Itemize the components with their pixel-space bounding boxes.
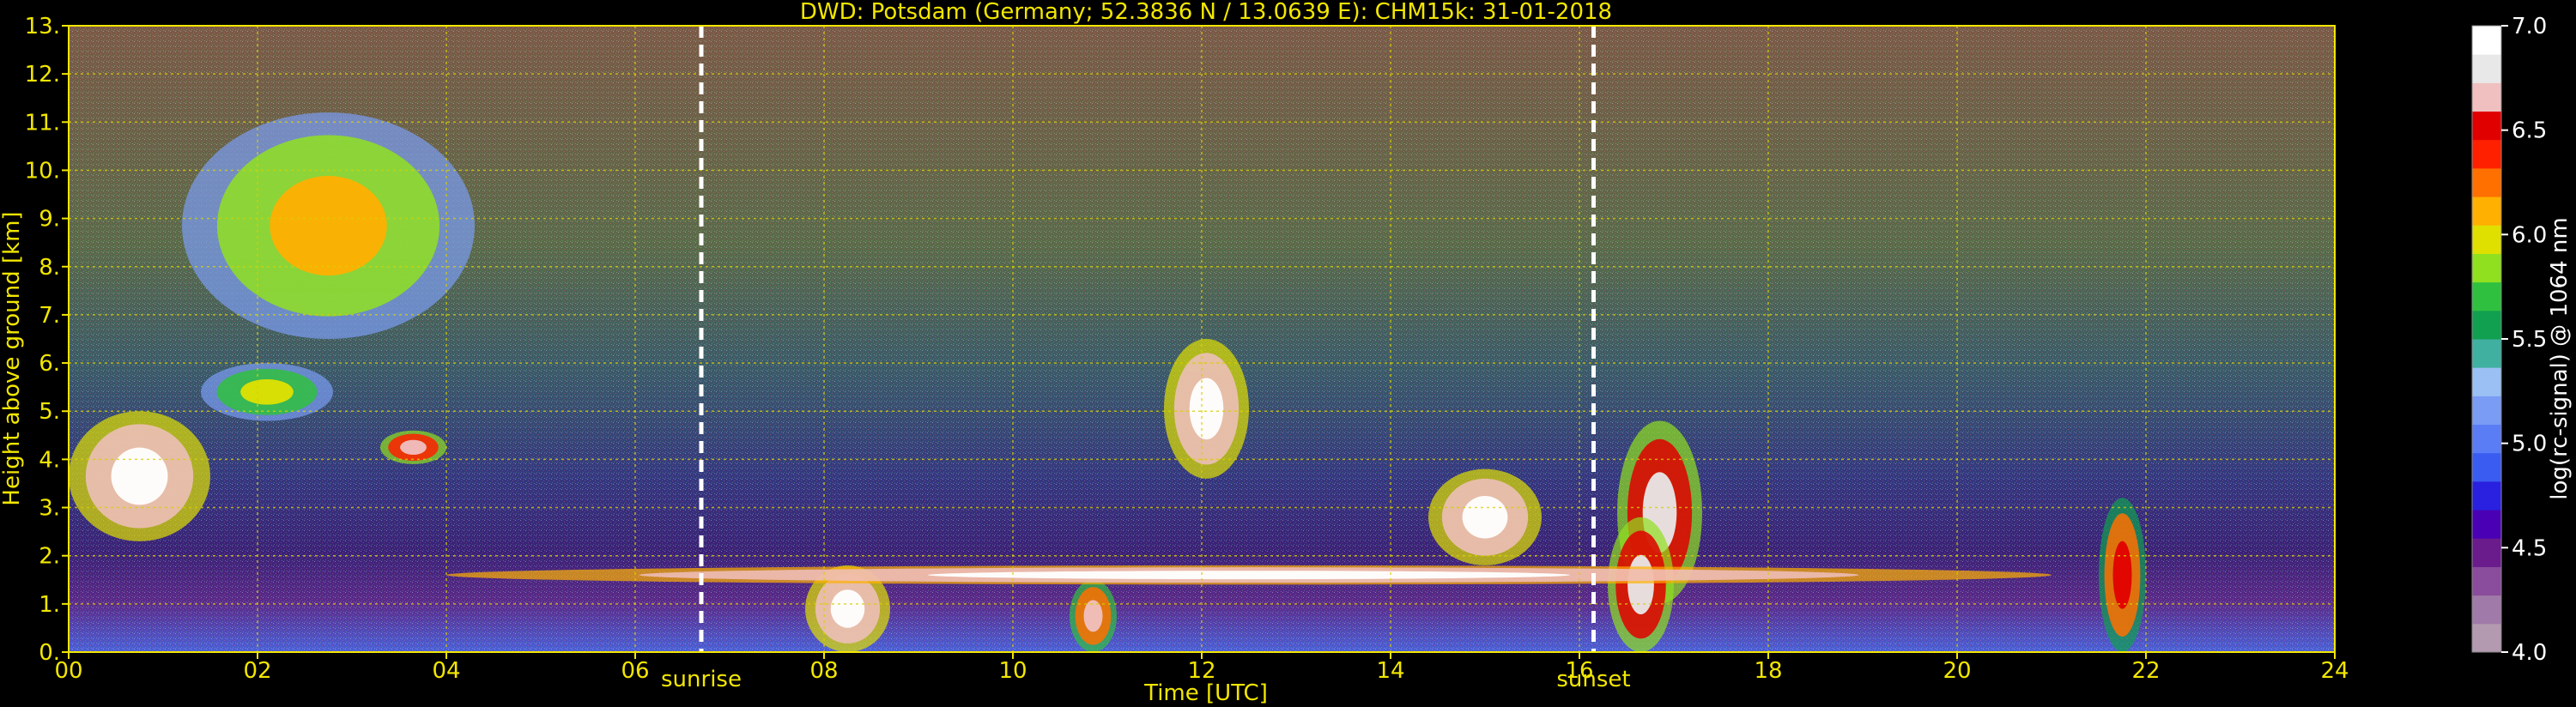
x-tick-label: 24 bbox=[2320, 658, 2349, 684]
colorbar-tick-label: 6.0 bbox=[2512, 222, 2547, 248]
feature-core bbox=[240, 378, 294, 405]
colorbar-segment bbox=[2472, 566, 2501, 596]
y-tick-label: 10. bbox=[25, 158, 60, 184]
feature-mid-cloud bbox=[69, 411, 210, 541]
colorbar-segment bbox=[2472, 424, 2501, 454]
colorbar-tick-label: 5.0 bbox=[2512, 432, 2547, 457]
feature-core bbox=[1627, 554, 1654, 614]
feature-core bbox=[830, 589, 865, 628]
colorbar-segment bbox=[2472, 26, 2501, 55]
feature-boundary-layer-top bbox=[446, 565, 2052, 585]
colorbar-tick-label: 7.0 bbox=[2512, 14, 2547, 39]
ceilometer-figure: sunrise sunset 00 02 04 06 08 10 12 14 16 18 20 22 24… bbox=[0, 0, 2576, 707]
x-tick-label: 20 bbox=[1943, 658, 1971, 684]
backscatter-chart: sunrise sunset 00 02 04 06 08 10 12 14 16 18 20 22 24… bbox=[0, 0, 2573, 706]
colorbar-segment bbox=[2472, 225, 2501, 254]
colorbar-segment bbox=[2472, 281, 2501, 311]
x-tick-label: 18 bbox=[1754, 658, 1782, 684]
colorbar-segment bbox=[2472, 167, 2501, 197]
feature-core bbox=[1083, 600, 1103, 632]
feature-core bbox=[400, 439, 427, 455]
colorbar-segment bbox=[2472, 396, 2501, 426]
y-tick-label: 1. bbox=[39, 592, 60, 618]
feature-core bbox=[2112, 541, 2132, 609]
feature-precip bbox=[1070, 579, 1117, 653]
colorbar-tick-label: 6.5 bbox=[2512, 118, 2547, 144]
colorbar-segment bbox=[2472, 82, 2501, 112]
y-tick-label: 8. bbox=[39, 255, 60, 281]
y-tick-label: 11. bbox=[25, 110, 60, 136]
y-tick-label: 3. bbox=[39, 496, 60, 522]
y-tick-label: 5. bbox=[39, 399, 60, 425]
colorbar-segment bbox=[2472, 510, 2501, 539]
feature-convective bbox=[1164, 339, 1249, 479]
feature-core bbox=[270, 175, 387, 276]
colorbar-segment bbox=[2472, 339, 2501, 368]
y-tick-label: 4. bbox=[39, 447, 60, 473]
colorbar-segment bbox=[2472, 196, 2501, 226]
feature-convective bbox=[1428, 468, 1542, 565]
y-tick-label: 7. bbox=[39, 303, 60, 329]
feature-core bbox=[928, 571, 1570, 580]
colorbar-tick-label: 4.5 bbox=[2512, 535, 2547, 561]
y-tick-label: 13. bbox=[25, 14, 60, 39]
x-tick-label: 22 bbox=[2131, 658, 2160, 684]
annotation-label-sunrise: sunrise bbox=[661, 667, 742, 692]
x-tick-label: 14 bbox=[1376, 658, 1404, 684]
y-axis-label: Height above ground [km] bbox=[0, 211, 25, 505]
colorbar-segment bbox=[2472, 111, 2501, 141]
colorbar: 4.0 4.5 5.0 5.5 6.0 6.5 7.0 bbox=[2471, 14, 2547, 666]
colorbar-segment bbox=[2472, 623, 2501, 653]
colorbar-segment bbox=[2472, 595, 2501, 625]
colorbar-tick-label: 5.5 bbox=[2512, 327, 2547, 353]
feature-core bbox=[1462, 496, 1508, 539]
x-tick-label: 02 bbox=[243, 658, 271, 684]
colorbar-segment bbox=[2472, 310, 2501, 340]
feature-precip bbox=[2099, 498, 2146, 653]
colorbar-segment bbox=[2472, 253, 2501, 283]
x-tick-label: 08 bbox=[809, 658, 838, 684]
x-axis-label: Time [UTC] bbox=[1143, 680, 1268, 706]
colorbar-label: log(rc-signal) @ 1064 nm bbox=[2547, 217, 2573, 499]
colorbar-segment bbox=[2472, 480, 2501, 511]
y-tick-label: 6. bbox=[39, 351, 60, 377]
y-tick-label: 2. bbox=[39, 544, 60, 570]
chart-title: DWD: Potsdam (Germany; 52.3836 N / 13.06… bbox=[800, 0, 1612, 25]
feature-core bbox=[1189, 378, 1224, 440]
y-tick-label: 9. bbox=[39, 207, 60, 233]
colorbar-tick-label: 4.0 bbox=[2512, 640, 2547, 666]
colorbar-segment bbox=[2472, 538, 2501, 567]
feature-core bbox=[111, 447, 168, 505]
y-tick-label: 0. bbox=[39, 640, 60, 666]
y-tick-label: 12. bbox=[25, 62, 60, 88]
x-tick-label: 16 bbox=[1565, 658, 1593, 684]
x-tick-label: 06 bbox=[621, 658, 649, 684]
colorbar-segment bbox=[2472, 452, 2501, 482]
feature-precip bbox=[1608, 517, 1674, 653]
colorbar-segment bbox=[2472, 54, 2501, 83]
feature-cirrus bbox=[182, 112, 475, 340]
feature-mid-cloud bbox=[201, 363, 333, 421]
x-tick-label: 04 bbox=[432, 658, 460, 684]
colorbar-segment bbox=[2472, 139, 2501, 169]
x-tick-label: 10 bbox=[998, 658, 1027, 684]
colorbar-segment bbox=[2472, 367, 2501, 396]
